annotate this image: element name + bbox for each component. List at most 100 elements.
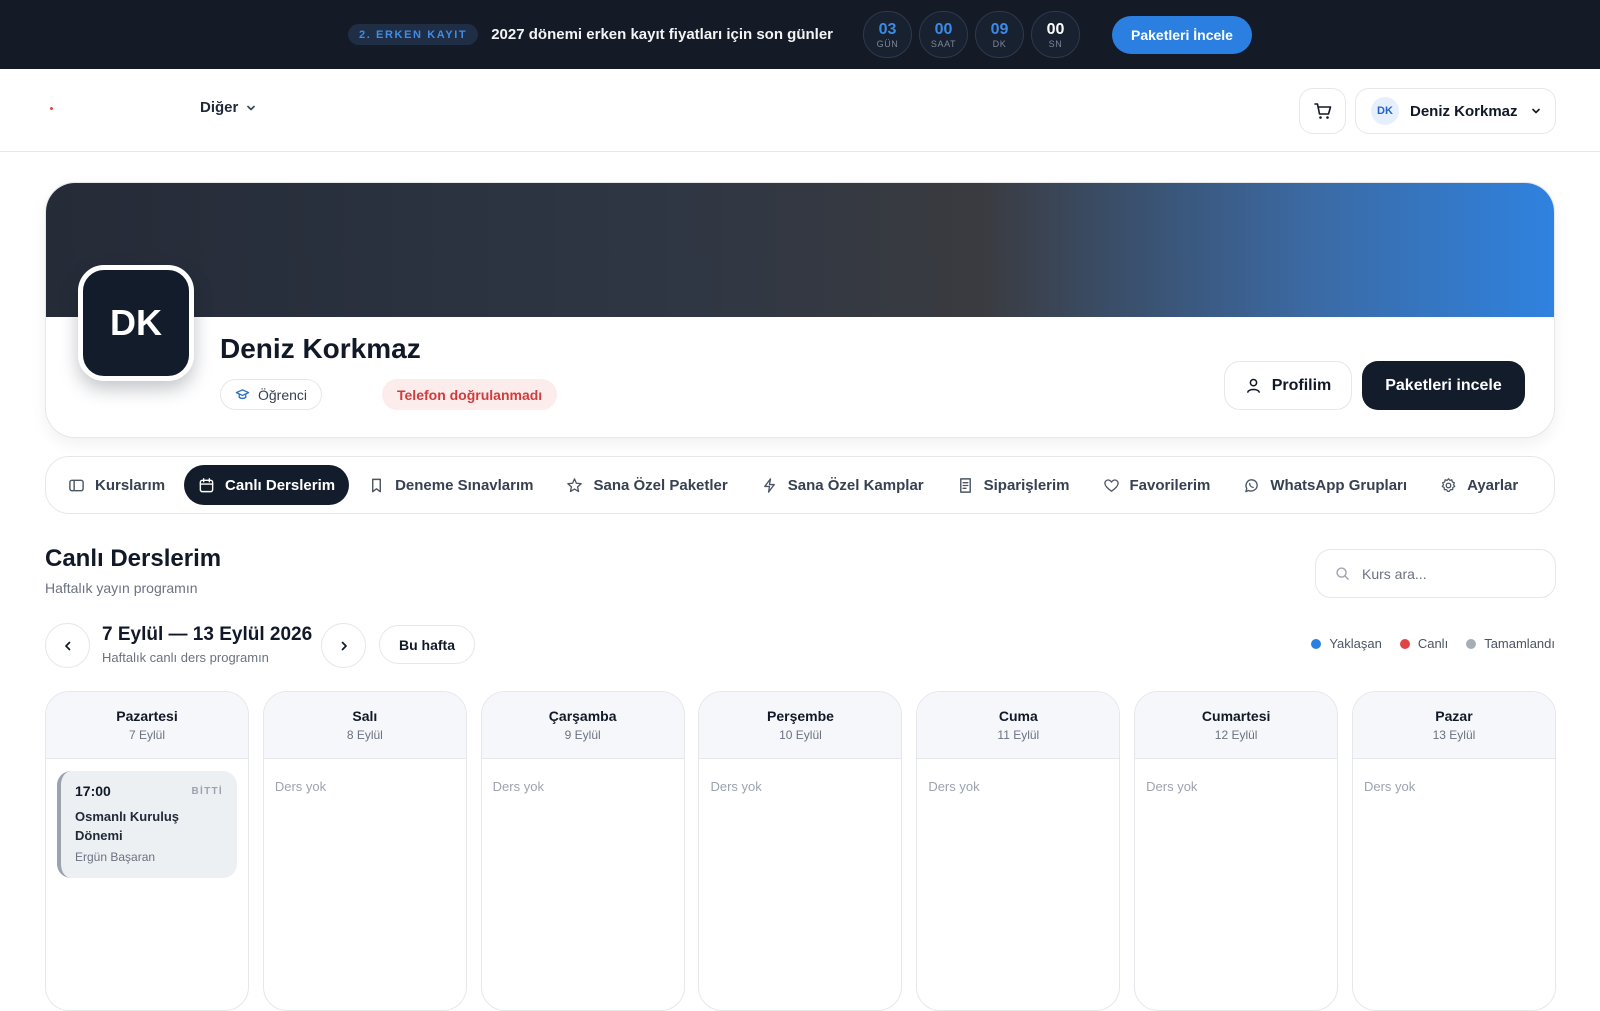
- tab-label: Favorilerim: [1129, 476, 1211, 494]
- tab-label: Deneme Sınavlarım: [395, 476, 534, 494]
- day-date: 12 Eylül: [1214, 728, 1258, 742]
- account-tabs: Kurslarım Canlı Derslerim Deneme Sınavla…: [45, 456, 1555, 514]
- view-packages-button[interactable]: Paketleri incele: [1362, 361, 1525, 410]
- cart-button[interactable]: [1299, 88, 1346, 134]
- day-column-tuesday: Salı 8 Eylül Ders yok: [262, 691, 467, 1011]
- gear-icon: [1441, 477, 1456, 492]
- lesson-title: Osmanlı Kuruluş Dönemi: [75, 809, 180, 843]
- legend-item-completed: Tamamlandı: [1466, 636, 1555, 651]
- chevron-right-icon: [341, 641, 347, 650]
- legend-label: Canlı: [1417, 636, 1449, 651]
- countdown-hours: 00 SAAT: [919, 11, 969, 58]
- countdown-value: 09: [990, 20, 1009, 38]
- tab-courses[interactable]: Kurslarım: [54, 465, 179, 505]
- tab-live-lessons[interactable]: Canlı Derslerim: [184, 465, 350, 505]
- my-profile-label: Profilim: [1271, 376, 1332, 394]
- week-range: 7 Eylül — 13 Eylül 2026: [102, 624, 313, 645]
- countdown-days: 03 GÜN: [863, 11, 913, 58]
- day-column-thursday: Perşembe 10 Eylül Ders yok: [698, 691, 903, 1011]
- countdown-value: 00: [934, 20, 953, 38]
- site-header: Diğer DK Deniz Korkmaz: [0, 69, 1600, 152]
- tab-label: Kurslarım: [95, 476, 166, 494]
- legend-label: Yaklaşan: [1329, 636, 1382, 651]
- search-input[interactable]: [1362, 565, 1542, 582]
- no-lessons-text: Ders yok: [928, 779, 980, 794]
- legend-dot: [1399, 638, 1410, 649]
- day-column-saturday: Cumartesi 12 Eylül Ders yok: [1134, 691, 1339, 1011]
- legend-item-upcoming: Yaklaşan: [1311, 636, 1382, 651]
- graduation-cap-icon: [235, 389, 250, 400]
- countdown-label: SN: [1048, 38, 1063, 49]
- day-name: Pazar: [1435, 708, 1473, 724]
- tab-orders[interactable]: Siparişlerim: [943, 465, 1084, 505]
- role-label: Öğrenci: [258, 386, 308, 403]
- role-chip: Öğrenci: [220, 379, 323, 410]
- tab-whatsapp-groups[interactable]: WhatsApp Grupları: [1229, 465, 1421, 505]
- nav-more-label: Diğer: [200, 99, 239, 116]
- day-name: Çarşamba: [548, 708, 617, 724]
- day-date: 11 Eylül: [997, 728, 1040, 742]
- no-lessons-text: Ders yok: [1146, 779, 1198, 794]
- calendar-icon: [199, 477, 214, 492]
- user-menu-button[interactable]: DK Deniz Korkmaz: [1355, 88, 1556, 134]
- day-header: Cuma 11 Eylül: [917, 692, 1120, 759]
- countdown-value: 00: [1046, 20, 1065, 38]
- day-date: 10 Eylül: [779, 728, 822, 742]
- day-header: Perşembe 10 Eylül: [699, 692, 902, 759]
- tab-special-camps[interactable]: Sana Özel Kamplar: [747, 465, 938, 505]
- legend-dot: [1311, 638, 1322, 649]
- course-search[interactable]: [1315, 549, 1556, 598]
- promo-text: 2027 dönemi erken kayıt fiyatları için s…: [491, 26, 834, 43]
- countdown-seconds: 00 SN: [1031, 11, 1081, 58]
- tab-label: Sana Özel Paketler: [593, 476, 728, 494]
- search-icon: [1336, 567, 1349, 580]
- chevron-down-icon: [247, 105, 256, 110]
- lesson-card[interactable]: 17:00 BİTTİ Osmanlı Kuruluş Dönemi Ergün…: [57, 771, 237, 878]
- no-lessons-text: Ders yok: [274, 779, 327, 794]
- countdown-label: DK: [992, 38, 1007, 49]
- countdown-label: SAAT: [930, 38, 957, 49]
- bookmark-icon: [372, 478, 382, 492]
- avatar: DK: [1371, 97, 1399, 125]
- lesson-teacher: Ergün Başaran: [75, 850, 156, 864]
- tab-mock-exams[interactable]: Deneme Sınavlarım: [354, 465, 547, 505]
- tab-settings[interactable]: Ayarlar: [1426, 465, 1532, 505]
- promo-bar: 2. ERKEN KAYIT 2027 dönemi erken kayıt f…: [0, 0, 1600, 69]
- my-profile-button[interactable]: Profilim: [1224, 361, 1352, 410]
- day-column-friday: Cuma 11 Eylül Ders yok: [916, 691, 1121, 1011]
- day-column-wednesday: Çarşamba 9 Eylül Ders yok: [480, 691, 685, 1011]
- cart-icon: [1313, 103, 1331, 119]
- countdown-value: 03: [878, 20, 897, 38]
- promo-badge: 2. ERKEN KAYIT: [348, 24, 479, 45]
- previous-week-button[interactable]: [45, 623, 90, 668]
- no-lessons-text: Ders yok: [492, 779, 544, 794]
- day-date: 13 Eylül: [1432, 728, 1476, 742]
- profile-name: Deniz Korkmaz: [220, 333, 421, 364]
- tab-favorites[interactable]: Favorilerim: [1089, 465, 1225, 505]
- day-date: 9 Eylül: [564, 728, 601, 742]
- lesson-status: BİTTİ: [191, 785, 223, 797]
- nav-more-menu[interactable]: Diğer: [200, 99, 256, 116]
- whatsapp-icon: [1245, 478, 1259, 492]
- legend-dot: [1466, 638, 1477, 649]
- tab-label: Siparişlerim: [983, 476, 1070, 494]
- star-icon: [567, 477, 583, 492]
- countdown-label: GÜN: [876, 38, 899, 49]
- heart-icon: [1103, 478, 1119, 492]
- day-column-sunday: Pazar 13 Eylül Ders yok: [1351, 691, 1556, 1011]
- day-date: 7 Eylül: [128, 728, 166, 742]
- phone-unverified-badge[interactable]: Telefon doğrulanmadı: [382, 379, 558, 410]
- promo-cta-button[interactable]: Paketleri İncele: [1112, 15, 1252, 54]
- this-week-button[interactable]: Bu hafta: [379, 625, 475, 664]
- day-column-monday: Pazartesi 7 Eylül 17:00 BİTTİ Osmanlı Ku…: [45, 691, 249, 1011]
- legend-label: Tamamlandı: [1484, 636, 1555, 651]
- next-week-button[interactable]: [321, 623, 366, 668]
- book-icon: [69, 479, 84, 491]
- page-subtitle: Haftalık yayın programın: [45, 580, 198, 596]
- day-name: Cumartesi: [1201, 708, 1271, 724]
- tab-label: Ayarlar: [1467, 476, 1519, 494]
- day-name: Cuma: [998, 708, 1038, 724]
- tab-special-packages[interactable]: Sana Özel Paketler: [552, 465, 741, 505]
- user-name: Deniz Korkmaz: [1410, 102, 1518, 120]
- logo[interactable]: [50, 107, 53, 110]
